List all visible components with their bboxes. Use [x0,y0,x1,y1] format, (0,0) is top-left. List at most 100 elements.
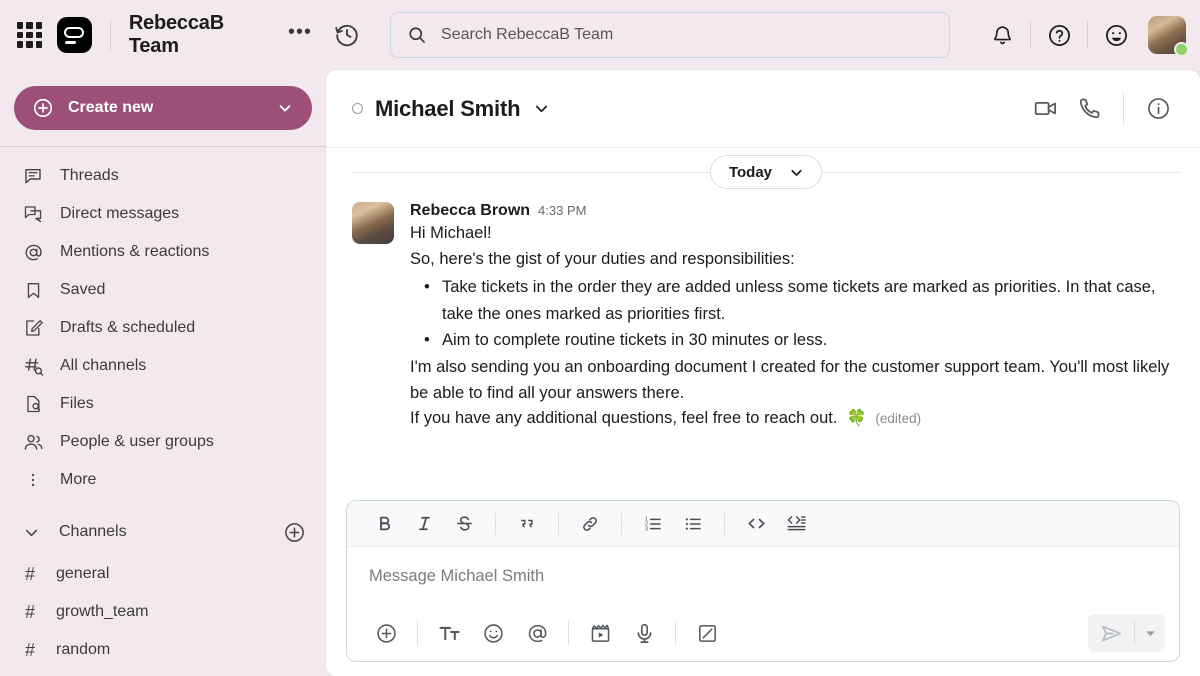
chevron-down-icon [276,99,294,117]
sidebar-item-files[interactable]: Files [0,385,326,423]
plus-circle-icon [32,97,54,119]
search-placeholder: Search RebeccaB Team [441,26,614,43]
toolbar-divider [621,512,622,535]
sidebar-item-mentions-reactions[interactable]: Mentions & reactions [0,233,326,271]
sidebar-item-label: Files [60,395,94,412]
slack-logo-icon[interactable] [57,17,92,53]
create-new-button[interactable]: Create new [14,86,312,130]
message-meta: Rebecca Brown 4:33 PM [410,202,1180,220]
sidebar-item-direct-messages[interactable]: Direct messages [0,195,326,233]
toolbar-divider [558,512,559,535]
conversation-header: Michael Smith [326,70,1200,148]
action-divider [568,621,569,645]
link-icon[interactable] [571,507,609,541]
code-icon[interactable] [737,507,775,541]
italic-icon[interactable] [405,507,443,541]
history-clock-icon[interactable] [334,22,360,48]
sidebar-channel-general[interactable]: # general [0,555,326,593]
hash-icon: # [24,639,35,660]
hash-search-icon [22,356,44,377]
more-vertical-icon [22,471,44,489]
message-timestamp[interactable]: 4:33 PM [538,203,586,218]
day-divider-button[interactable]: Today [709,155,823,189]
conversation-name: Michael Smith [375,95,521,121]
message-composer: 1 2 3 Message Michael Smith [346,500,1180,662]
attach-plus-icon[interactable] [365,614,407,652]
action-divider [675,621,676,645]
user-avatar[interactable] [1148,16,1190,57]
team-name: RebeccaB Team [128,12,224,57]
file-search-icon [22,394,44,414]
top-divider-2 [1087,21,1089,49]
info-circle-icon[interactable] [1136,87,1180,131]
bulleted-list-icon[interactable] [674,507,712,541]
conversation-actions-divider [1123,91,1124,126]
bookmark-icon [22,281,44,300]
chevron-down-icon [788,164,805,181]
message-author-name[interactable]: Rebecca Brown [410,202,530,220]
format-text-icon[interactable] [428,614,470,652]
search-icon [407,25,427,45]
bold-icon[interactable] [365,507,403,541]
sidebar-item-all-channels[interactable]: All channels [0,347,326,385]
hash-icon: # [24,601,35,622]
draft-pencil-icon [22,318,44,338]
create-new-label: Create new [68,99,154,116]
presence-status-badge [1174,42,1190,57]
sidebar-item-label: Mentions & reactions [60,243,210,260]
search-input[interactable]: Search RebeccaB Team [390,12,951,58]
code-block-icon[interactable] [777,507,815,541]
strikethrough-icon[interactable] [445,507,483,541]
conversation-title-button[interactable]: Michael Smith [352,96,551,122]
formatting-toolbar: 1 2 3 [347,501,1179,547]
top-bar: RebeccaB Team ••• Search RebeccaB Team [0,0,1200,70]
video-camera-icon[interactable] [1023,87,1067,131]
question-circle-icon[interactable] [1037,13,1081,57]
sidebar-item-more[interactable]: More [0,461,326,499]
smiley-face-icon[interactable] [1094,13,1138,57]
avatar-image [352,202,394,244]
message-input[interactable]: Message Michael Smith [347,547,1179,605]
chevron-down-icon [22,523,41,542]
bell-icon[interactable] [980,13,1024,57]
emoji-icon[interactable] [472,614,514,652]
send-paperplane-icon[interactable] [1088,614,1134,652]
toolbar-divider [495,512,496,535]
message-list: Today Rebecca Brown 4:33 PM Hi Michael! … [326,148,1200,490]
presence-offline-icon [352,103,363,114]
conversation-panel: Michael Smith Today Rebecca Brown 4:33 P… [326,70,1200,676]
message-author-avatar[interactable] [352,202,394,244]
grid-apps-icon[interactable] [16,21,43,49]
sidebar-item-people-user-groups[interactable]: People & user groups [0,423,326,461]
sidebar-item-label: All channels [60,357,147,374]
microphone-icon[interactable] [623,614,665,652]
threads-icon [22,166,44,186]
add-channel-plus-circle-icon[interactable] [283,521,306,544]
svg-text:3: 3 [645,526,648,532]
composer-container: 1 2 3 Message Michael Smith [326,490,1200,676]
video-clip-icon[interactable] [579,614,621,652]
send-options-chevron-down-icon[interactable] [1135,614,1165,652]
slack-app-window: RebeccaB Team ••• Search RebeccaB Team C… [0,0,1200,676]
canvas-icon[interactable] [686,614,728,652]
sidebar-item-drafts-scheduled[interactable]: Drafts & scheduled [0,309,326,347]
phone-icon[interactable] [1067,87,1111,131]
sidebar-channel-growth-team[interactable]: # growth_team [0,593,326,631]
sidebar-item-threads[interactable]: Threads [0,157,326,195]
team-more-options-button[interactable]: ••• [288,22,312,43]
mention-icon[interactable] [516,614,558,652]
sidebar-nav-list: Threads Direct messages Mentions & react… [0,157,326,499]
at-mention-icon [22,242,44,263]
blockquote-icon[interactable] [508,507,546,541]
channels-section-header[interactable]: Channels [0,509,326,555]
message-item: Rebecca Brown 4:33 PM Hi Michael! So, he… [352,196,1180,432]
sidebar-channel-random[interactable]: # random [0,631,326,669]
day-label: Today [728,163,773,181]
conversation-actions [1023,87,1180,131]
direct-messages-icon [22,204,44,224]
channel-label: random [56,641,111,658]
sidebar-item-saved[interactable]: Saved [0,271,326,309]
ordered-list-icon[interactable]: 1 2 3 [634,507,672,541]
action-divider [417,621,418,645]
message-paragraph: I'm also sending you an onboarding docum… [410,358,1170,402]
